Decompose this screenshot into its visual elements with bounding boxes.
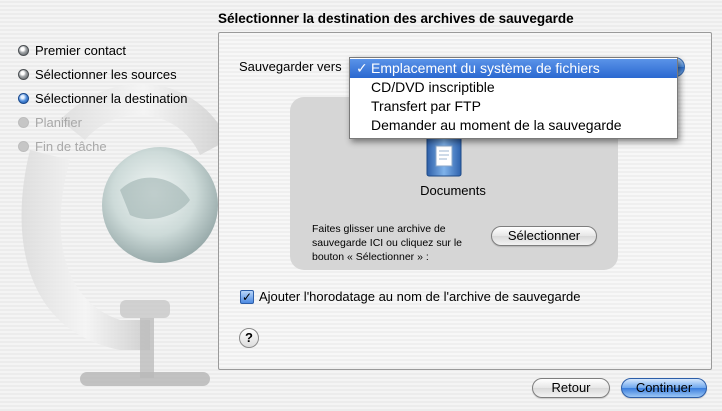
destination-menu[interactable]: ✓ Emplacement du système de fichiers CD/… [349,57,678,139]
save-to-label: Sauvegarder vers [239,59,342,74]
page-title: Sélectionner la destination des archives… [218,11,574,26]
timestamp-label[interactable]: Ajouter l'horodatage au nom de l'archive… [259,289,581,304]
continue-button[interactable]: Continuer [621,378,707,398]
step-done-icon [18,44,29,56]
menu-item-cd-dvd[interactable]: CD/DVD inscriptible [350,78,677,97]
step-pending-icon [18,116,29,128]
step-label: Planifier [35,114,82,130]
step-label: Sélectionner les sources [35,66,177,82]
drop-hint-text: Faites glisser une archive de sauvegarde… [312,223,462,263]
step-done-icon [18,68,29,80]
step-select-destination: Sélectionner la destination [18,86,188,110]
select-archive-button[interactable]: Sélectionner [491,226,597,246]
back-button[interactable]: Retour [532,378,610,398]
assistant-steps: Premier contact Sélectionner les sources… [18,38,188,158]
menu-item-label: Emplacement du système de fichiers [371,60,600,76]
menu-item-filesystem[interactable]: ✓ Emplacement du système de fichiers [350,59,677,78]
step-label: Sélectionner la destination [35,90,188,106]
menu-item-ask-at-backup[interactable]: Demander au moment de la sauvegarde [350,116,677,135]
timestamp-option[interactable]: ✓ Ajouter l'horodatage au nom de l'archi… [240,289,581,304]
step-schedule: Planifier [18,110,188,134]
documents-folder-icon [426,136,462,177]
checkmark-icon: ✓ [356,60,368,76]
menu-item-label: Demander au moment de la sauvegarde [371,117,622,133]
step-label: Premier contact [35,42,127,58]
menu-item-ftp[interactable]: Transfert par FTP [350,97,677,116]
step-pending-icon [18,140,29,152]
timestamp-checkbox[interactable]: ✓ [240,289,254,304]
step-finish: Fin de tâche [18,134,188,158]
menu-item-label: Transfert par FTP [371,98,481,114]
documents-folder-label: Documents [420,183,486,198]
step-first-contact: Premier contact [18,38,188,62]
step-select-sources: Sélectionner les sources [18,62,188,86]
step-label: Fin de tâche [35,138,107,154]
step-active-icon [18,92,29,104]
menu-item-label: CD/DVD inscriptible [371,79,495,95]
help-button[interactable]: ? [239,328,259,348]
